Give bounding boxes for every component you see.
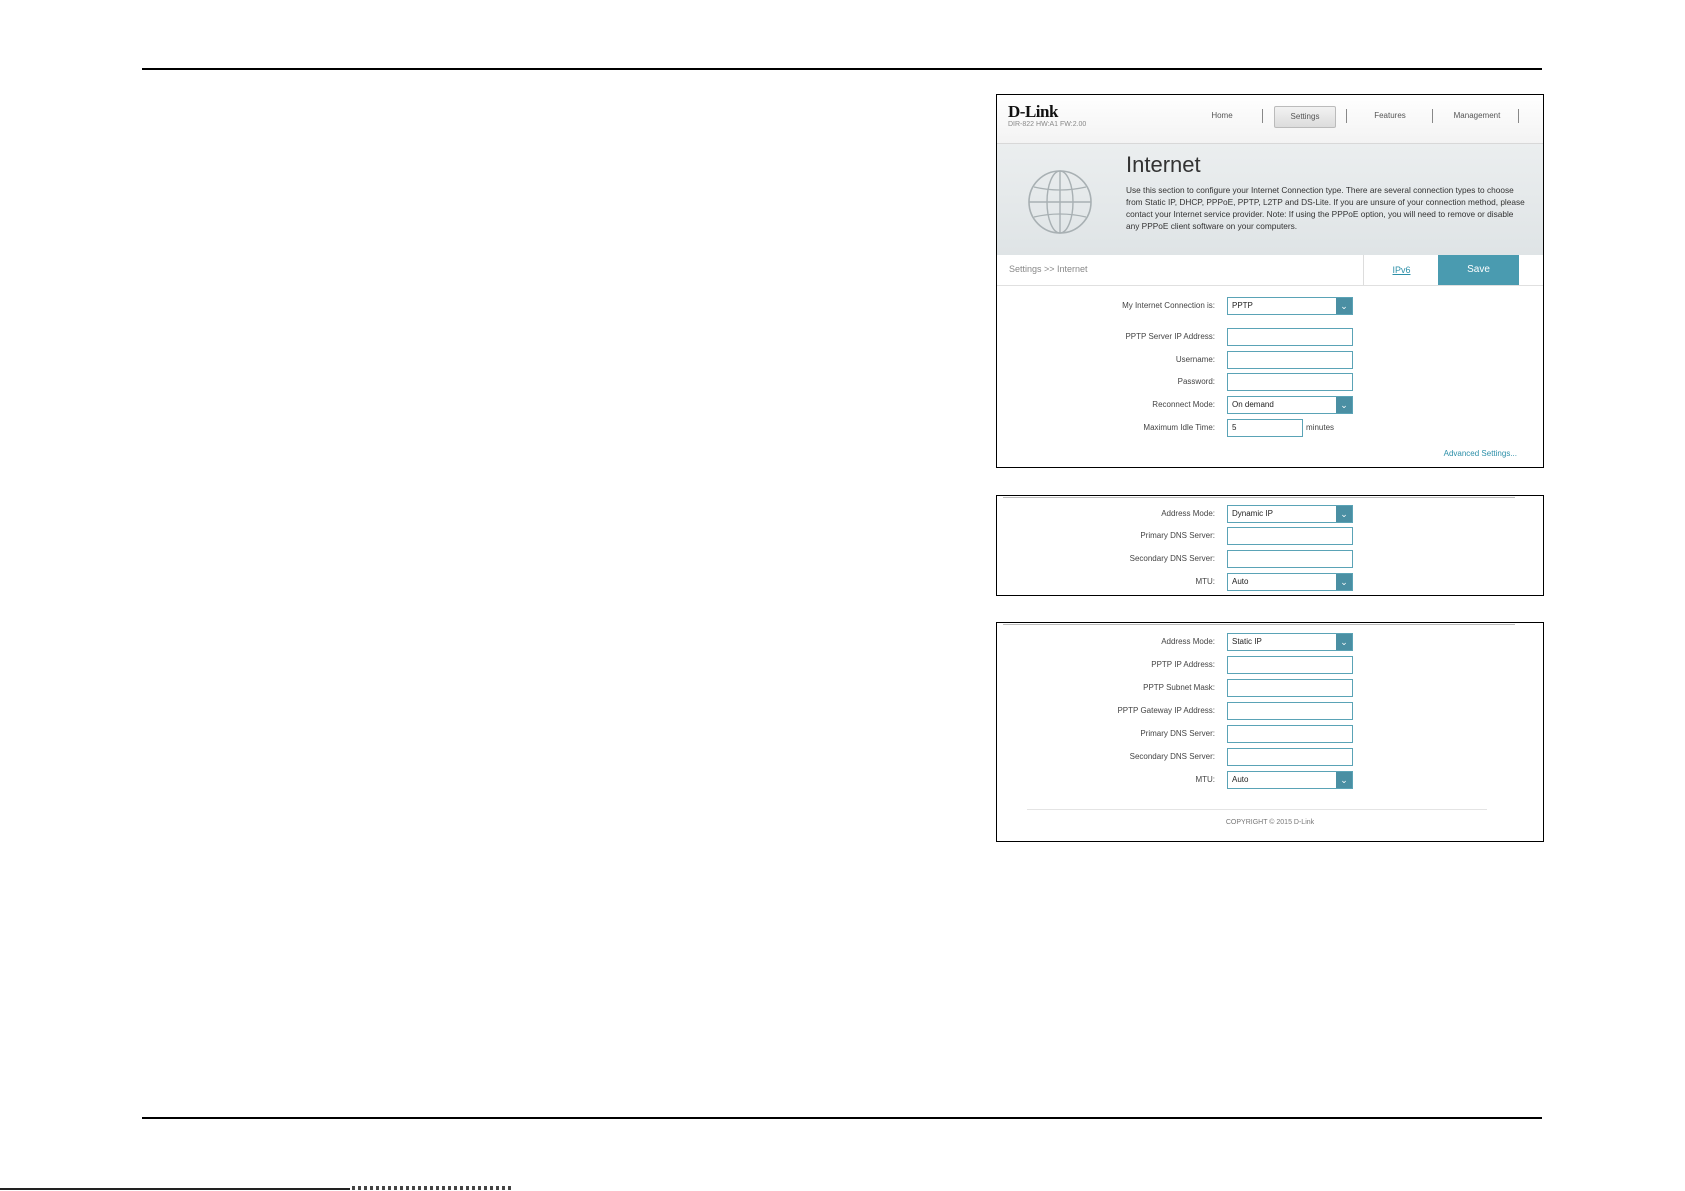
- toolbar: Settings >> Internet IPv6 Save: [997, 255, 1543, 286]
- password-input[interactable]: [1227, 373, 1353, 391]
- secondary-dns-row: Secondary DNS Server:: [997, 748, 1543, 766]
- pptp-settings-screenshot: D-Link DIR-822 HW:A1 FW:2.00 Home Settin…: [996, 94, 1544, 468]
- divider: [1003, 497, 1515, 498]
- page-footer-marks: [352, 1186, 512, 1190]
- server-ip-label: PPTP Server IP Address:: [1125, 332, 1215, 341]
- ipv6-link[interactable]: IPv6: [1363, 255, 1439, 285]
- nav-separator: [1518, 109, 1519, 123]
- reconnect-mode-select[interactable]: On demand ⌄: [1227, 396, 1353, 414]
- page-title: Internet: [1126, 152, 1201, 177]
- nav-management[interactable]: Management: [1444, 106, 1510, 126]
- pptp-ip-row: PPTP IP Address:: [997, 656, 1543, 674]
- static-ip-screenshot: Address Mode: Static IP ⌄ PPTP IP Addres…: [996, 622, 1544, 842]
- chevron-down-icon: ⌄: [1336, 397, 1352, 413]
- save-button[interactable]: Save: [1438, 255, 1519, 285]
- password-row: Password:: [997, 373, 1543, 391]
- nav-separator: [1262, 109, 1263, 123]
- idle-time-row: Maximum Idle Time: 5 minutes: [997, 419, 1543, 437]
- chevron-down-icon: ⌄: [1336, 772, 1352, 788]
- address-mode-row: Address Mode: Dynamic IP ⌄: [997, 505, 1543, 523]
- nav-separator: [1346, 109, 1347, 123]
- reconnect-mode-value: On demand: [1232, 400, 1274, 409]
- copyright: COPYRIGHT © 2015 D-Link: [1225, 819, 1315, 826]
- secondary-dns-input[interactable]: [1227, 748, 1353, 766]
- secondary-dns-label: Secondary DNS Server:: [1129, 752, 1215, 761]
- page-footer-rule: [0, 1188, 350, 1190]
- page-bottom-rule: [142, 1117, 1542, 1119]
- dlink-logo: D-Link: [1008, 102, 1058, 121]
- address-mode-label: Address Mode:: [1161, 637, 1215, 646]
- secondary-dns-row: Secondary DNS Server:: [997, 550, 1543, 568]
- chevron-down-icon: ⌄: [1336, 634, 1352, 650]
- mtu-select[interactable]: Auto ⌄: [1227, 573, 1353, 591]
- idle-time-input[interactable]: 5: [1227, 419, 1303, 437]
- idle-time-label: Maximum Idle Time:: [1143, 423, 1215, 432]
- connection-type-select[interactable]: PPTP ⌄: [1227, 297, 1353, 315]
- mtu-value: Auto: [1232, 577, 1249, 586]
- gateway-input[interactable]: [1227, 702, 1353, 720]
- mtu-row: MTU: Auto ⌄: [997, 771, 1543, 789]
- connection-type-value: PPTP: [1232, 301, 1253, 310]
- header-bar: D-Link DIR-822 HW:A1 FW:2.00 Home Settin…: [997, 95, 1543, 144]
- chevron-down-icon: ⌄: [1336, 574, 1352, 590]
- nav-features[interactable]: Features: [1360, 106, 1420, 126]
- username-row: Username:: [997, 351, 1543, 369]
- nav-settings[interactable]: Settings: [1274, 106, 1336, 128]
- breadcrumb: Settings >> Internet: [1009, 264, 1088, 274]
- nav-separator: [1432, 109, 1433, 123]
- page-top-rule: [142, 68, 1542, 70]
- advanced-settings-link[interactable]: Advanced Settings...: [1444, 449, 1517, 458]
- reconnect-mode-row: Reconnect Mode: On demand ⌄: [997, 396, 1543, 414]
- secondary-dns-label: Secondary DNS Server:: [1129, 554, 1215, 563]
- chevron-down-icon: ⌄: [1336, 506, 1352, 522]
- page-description: Use this section to configure your Inter…: [1126, 185, 1525, 231]
- address-mode-select[interactable]: Dynamic IP ⌄: [1227, 505, 1353, 523]
- subnet-mask-row: PPTP Subnet Mask:: [997, 679, 1543, 697]
- secondary-dns-input[interactable]: [1227, 550, 1353, 568]
- address-mode-value: Static IP: [1232, 637, 1262, 646]
- firmware-info: DIR-822 HW:A1 FW:2.00: [1008, 121, 1087, 128]
- subnet-mask-label: PPTP Subnet Mask:: [1143, 683, 1215, 692]
- idle-time-unit: minutes: [1306, 423, 1335, 432]
- mtu-select[interactable]: Auto ⌄: [1227, 771, 1353, 789]
- reconnect-mode-label: Reconnect Mode:: [1152, 400, 1215, 409]
- gateway-row: PPTP Gateway IP Address:: [997, 702, 1543, 720]
- mtu-label: MTU:: [1195, 577, 1215, 586]
- primary-dns-label: Primary DNS Server:: [1140, 531, 1215, 540]
- mtu-label: MTU:: [1195, 775, 1215, 784]
- address-mode-row: Address Mode: Static IP ⌄: [997, 633, 1543, 651]
- footer-divider: [1027, 809, 1487, 810]
- primary-dns-label: Primary DNS Server:: [1140, 729, 1215, 738]
- mtu-value: Auto: [1232, 775, 1249, 784]
- primary-dns-input[interactable]: [1227, 725, 1353, 743]
- primary-dns-input[interactable]: [1227, 527, 1353, 545]
- chevron-down-icon: ⌄: [1336, 298, 1352, 314]
- pptp-ip-input[interactable]: [1227, 656, 1353, 674]
- server-ip-input[interactable]: [1227, 328, 1353, 346]
- mtu-row: MTU: Auto ⌄: [997, 573, 1543, 591]
- dynamic-ip-screenshot: Address Mode: Dynamic IP ⌄ Primary DNS S…: [996, 495, 1544, 596]
- address-mode-value: Dynamic IP: [1232, 509, 1273, 518]
- subnet-mask-input[interactable]: [1227, 679, 1353, 697]
- password-label: Password:: [1177, 377, 1215, 386]
- pptp-ip-label: PPTP IP Address:: [1151, 660, 1215, 669]
- primary-dns-row: Primary DNS Server:: [997, 527, 1543, 545]
- internet-banner: Internet Use this section to configure y…: [997, 144, 1543, 255]
- divider: [1003, 624, 1515, 625]
- primary-dns-row: Primary DNS Server:: [997, 725, 1543, 743]
- address-mode-select[interactable]: Static IP ⌄: [1227, 633, 1353, 651]
- connection-type-label: My Internet Connection is:: [1122, 301, 1215, 310]
- address-mode-label: Address Mode:: [1161, 509, 1215, 518]
- username-input[interactable]: [1227, 351, 1353, 369]
- nav-home[interactable]: Home: [1197, 106, 1247, 126]
- server-ip-row: PPTP Server IP Address:: [997, 328, 1543, 346]
- connection-type-row: My Internet Connection is: PPTP ⌄: [997, 297, 1543, 315]
- username-label: Username:: [1175, 355, 1215, 364]
- gateway-label: PPTP Gateway IP Address:: [1117, 706, 1215, 715]
- globe-icon: [1028, 170, 1092, 234]
